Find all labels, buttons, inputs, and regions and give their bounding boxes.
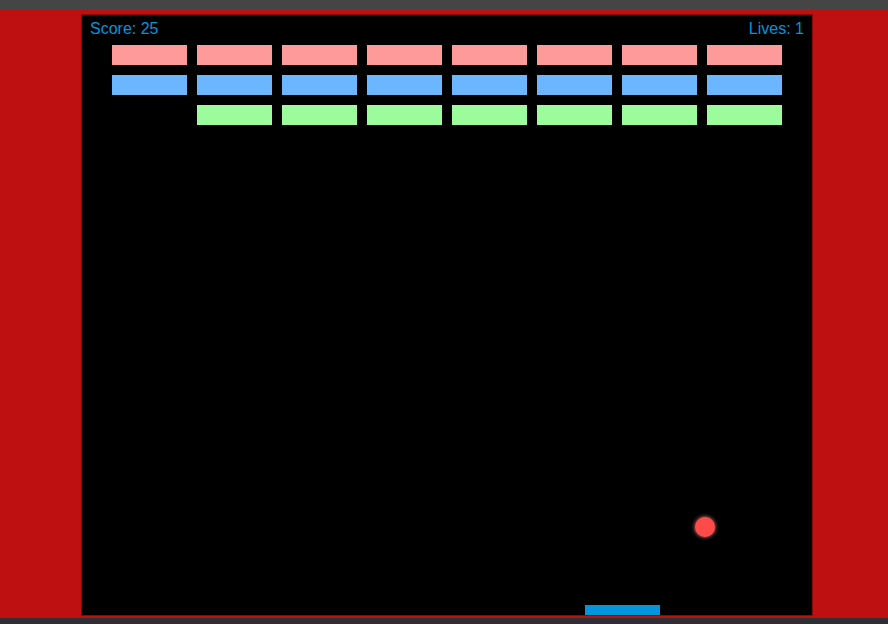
top-bar	[0, 0, 888, 10]
hud: Score: 25 Lives: 1	[82, 15, 812, 39]
brick	[707, 75, 782, 95]
brick	[707, 45, 782, 65]
brick	[112, 75, 187, 95]
brick	[282, 105, 357, 125]
brick	[622, 75, 697, 95]
brick	[707, 105, 782, 125]
brick	[367, 45, 442, 65]
brick	[112, 105, 187, 125]
brick	[282, 45, 357, 65]
ball	[695, 517, 715, 537]
paddle[interactable]	[585, 605, 660, 615]
brick	[452, 105, 527, 125]
brick	[452, 45, 527, 65]
brick	[282, 75, 357, 95]
brick	[537, 45, 612, 65]
lives-label: Lives: 1	[749, 19, 804, 39]
taskbar	[0, 618, 888, 624]
game-page: Score: 25 Lives: 1	[0, 0, 888, 624]
brick-row	[112, 75, 812, 95]
brick-row	[112, 105, 812, 125]
game-canvas[interactable]: Score: 25 Lives: 1	[82, 15, 812, 615]
brick	[537, 75, 612, 95]
score-label: Score: 25	[90, 19, 158, 39]
brick	[197, 45, 272, 65]
brick	[197, 75, 272, 95]
brick	[622, 45, 697, 65]
brick	[537, 105, 612, 125]
brick-wall	[82, 45, 812, 125]
brick	[452, 75, 527, 95]
brick	[622, 105, 697, 125]
brick	[367, 105, 442, 125]
brick	[367, 75, 442, 95]
brick	[112, 45, 187, 65]
brick	[197, 105, 272, 125]
brick-row	[112, 45, 812, 65]
